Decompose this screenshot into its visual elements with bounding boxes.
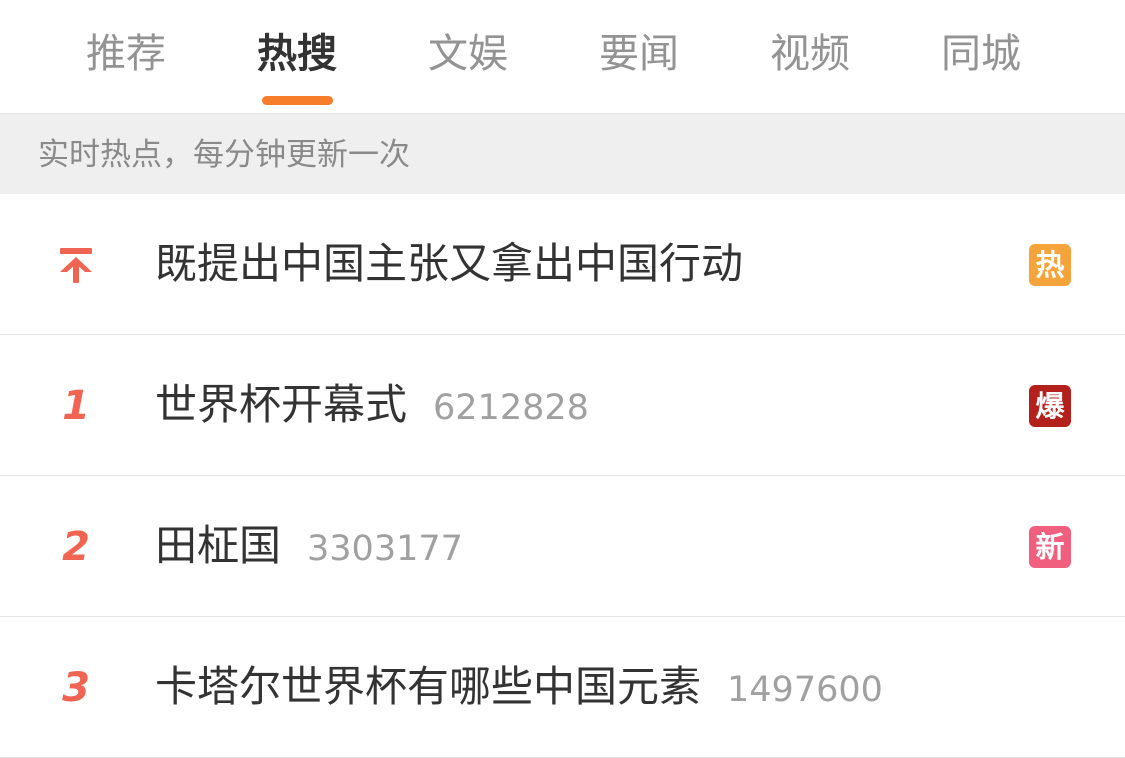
item-title: 世界杯开幕式 xyxy=(155,380,408,429)
item-title-wrap: 田柾国 3303177 xyxy=(155,520,463,572)
list-item[interactable]: 1 世界杯开幕式 6212828 爆 xyxy=(0,335,1125,476)
item-title: 既提出中国主张又拿出中国行动 xyxy=(155,239,744,288)
explosive-badge: 爆 xyxy=(1029,385,1071,427)
tab-local[interactable]: 同城 xyxy=(941,28,1021,80)
item-title: 田柾国 xyxy=(155,521,282,570)
new-badge: 新 xyxy=(1029,526,1071,568)
banner-text: 实时热点，每分钟更新一次 xyxy=(38,137,410,173)
item-title-wrap: 卡塔尔世界杯有哪些中国元素 1497600 xyxy=(155,661,883,713)
hot-search-list: 既提出中国主张又拿出中国行动 热 1 世界杯开幕式 6212828 爆 2 田柾国… xyxy=(0,194,1125,758)
arrow-up-to-top-icon xyxy=(60,247,92,283)
hot-badge: 热 xyxy=(1029,244,1071,286)
rank-number: 1 xyxy=(62,382,90,429)
list-item[interactable]: 2 田柾国 3303177 新 xyxy=(0,476,1125,617)
rank-number: 2 xyxy=(62,523,90,570)
tab-entertainment[interactable]: 文娱 xyxy=(428,28,508,80)
top-tab-bar: 推荐 热搜 文娱 要闻 视频 同城 xyxy=(0,0,1125,113)
list-item[interactable]: 3 卡塔尔世界杯有哪些中国元素 1497600 xyxy=(0,617,1125,758)
active-tab-indicator xyxy=(262,96,333,105)
item-title-wrap: 世界杯开幕式 6212828 xyxy=(155,379,589,431)
tab-video[interactable]: 视频 xyxy=(770,28,850,80)
item-title-wrap: 既提出中国主张又拿出中国行动 xyxy=(155,238,743,290)
pinned-rank xyxy=(52,194,100,335)
tab-hot-search[interactable]: 热搜 xyxy=(257,28,337,80)
item-count: 1497600 xyxy=(727,670,883,710)
tab-news[interactable]: 要闻 xyxy=(599,28,679,80)
item-count: 6212828 xyxy=(433,388,589,428)
list-item[interactable]: 既提出中国主张又拿出中国行动 热 xyxy=(0,194,1125,335)
realtime-banner: 实时热点，每分钟更新一次 xyxy=(0,113,1125,194)
item-title: 卡塔尔世界杯有哪些中国元素 xyxy=(155,662,702,711)
tab-recommend[interactable]: 推荐 xyxy=(86,28,166,80)
item-count: 3303177 xyxy=(307,529,463,569)
rank-number: 3 xyxy=(62,664,90,711)
